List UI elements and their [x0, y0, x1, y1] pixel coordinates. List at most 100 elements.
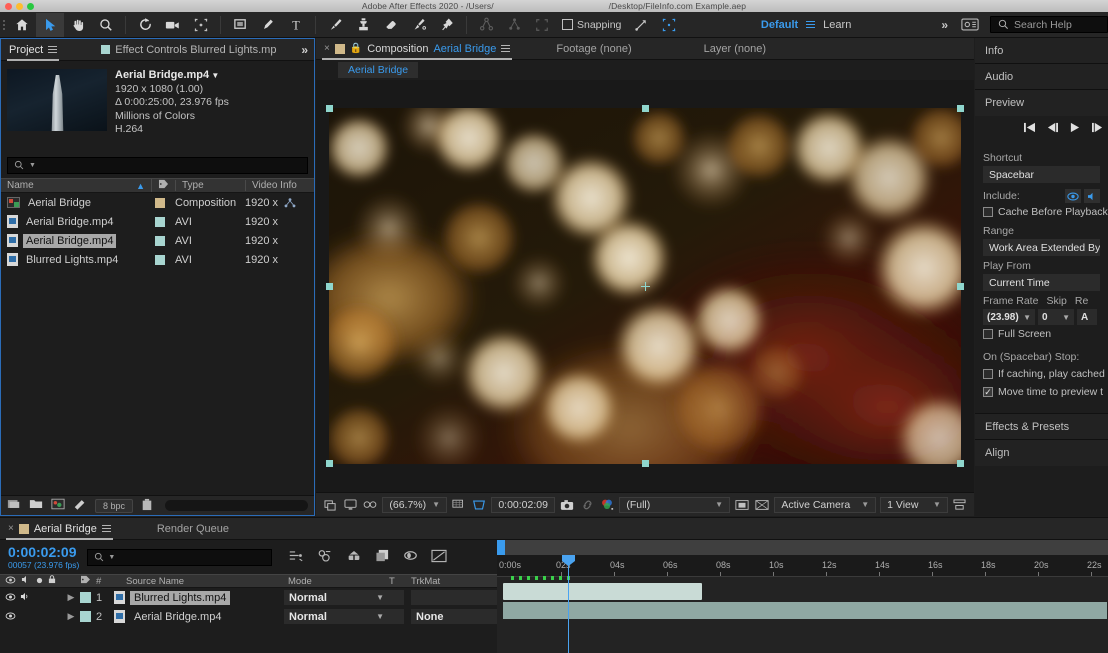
project-tabs-overflow-icon[interactable]: » — [301, 43, 314, 57]
layer-source-name-cell[interactable]: Aerial Bridge.mp4 — [114, 610, 284, 624]
layer-source-name-cell[interactable]: Blurred Lights.mp4 — [114, 591, 284, 605]
eraser-tool-icon[interactable] — [377, 13, 405, 37]
selection-handle-ml[interactable] — [326, 283, 333, 290]
rotation-tool-icon[interactable] — [131, 13, 159, 37]
resolution-select[interactable]: (Full)▼ — [619, 497, 730, 513]
snapshot-icon[interactable] — [559, 496, 575, 514]
selection-handle-bl[interactable] — [326, 460, 333, 467]
if-caching-row[interactable]: If caching, play cached — [983, 365, 1100, 383]
graph-editor-icon[interactable] — [431, 549, 447, 566]
column-type[interactable]: Type — [175, 180, 245, 191]
column-video-info[interactable]: Video Info — [245, 180, 314, 191]
tab-timeline-comp[interactable]: × Aerial Bridge — [0, 518, 119, 540]
camera-select[interactable]: Active Camera▼ — [774, 497, 876, 513]
tab-close-icon[interactable]: × — [8, 523, 14, 534]
tab-effect-controls[interactable]: Effect Controls Blurred Lights.mp — [93, 39, 284, 61]
panel-preview[interactable]: Preview — [975, 90, 1108, 116]
tab-footage[interactable]: Footage (none) — [548, 38, 639, 60]
project-row-swatch[interactable] — [151, 198, 175, 208]
tab-project[interactable]: Project — [1, 39, 65, 61]
transparency-grid-icon[interactable] — [734, 496, 750, 514]
layer-mode-select[interactable]: Normal▼ — [284, 609, 389, 624]
project-row-swatch[interactable] — [151, 255, 175, 265]
selection-handle-tr[interactable] — [957, 105, 964, 112]
region-of-interest-icon[interactable] — [528, 13, 556, 37]
channel-rgb-icon[interactable] — [599, 496, 615, 514]
hand-tool-icon[interactable] — [64, 13, 92, 37]
learn-tab[interactable]: Learn — [823, 19, 851, 31]
timeline-ruler[interactable]: 0:00s 02s 04s 06s 08s 10s 12s 14s 16s 18… — [497, 555, 1108, 577]
clone-stamp-tool-icon[interactable] — [349, 13, 377, 37]
snap-arrow-icon[interactable] — [627, 13, 655, 37]
hierarchy-icon[interactable] — [500, 13, 528, 37]
frame-blending-icon[interactable] — [375, 549, 390, 566]
include-audio-icon[interactable] — [1084, 189, 1100, 203]
project-panel-menu-icon[interactable] — [48, 46, 57, 53]
composition-viewer[interactable] — [316, 80, 974, 492]
workspace-menu-icon[interactable] — [806, 21, 815, 28]
cache-before-playback-checkbox[interactable] — [983, 207, 993, 217]
project-row-swatch[interactable] — [151, 217, 175, 227]
home-icon[interactable] — [8, 13, 36, 37]
composition-panel-menu-icon[interactable] — [501, 45, 510, 52]
layer-video-toggle-icon[interactable] — [5, 592, 16, 604]
column-name[interactable]: Name ▲ — [1, 180, 151, 191]
pen-tool-icon[interactable] — [254, 13, 282, 37]
layer-expand-icon[interactable]: ▶ — [62, 611, 80, 622]
project-row-name-cell[interactable]: Aerial Bridge.mp4 — [1, 215, 151, 229]
panel-effects-presets[interactable]: Effects & Presets — [975, 414, 1108, 440]
full-screen-checkbox[interactable] — [983, 329, 993, 339]
anchor-link-icon[interactable] — [472, 13, 500, 37]
layer-label-swatch[interactable] — [80, 611, 96, 622]
layer-mode-cell[interactable]: Normal▼ — [284, 590, 389, 605]
tab-render-queue[interactable]: Render Queue — [149, 518, 237, 540]
move-time-checkbox[interactable] — [983, 387, 993, 397]
text-tool-icon[interactable]: T — [282, 13, 310, 37]
zoom-tool-icon[interactable] — [92, 13, 120, 37]
layer-label-swatch[interactable] — [80, 592, 96, 603]
breadcrumb-item[interactable]: Aerial Bridge — [338, 62, 418, 78]
layer-bar-1[interactable] — [503, 583, 702, 600]
timeline-panel-menu-icon[interactable] — [102, 525, 111, 532]
project-search-input[interactable]: ▼ — [7, 157, 308, 174]
play-pause-icon[interactable] — [1069, 122, 1081, 136]
snapping-toggle[interactable]: Snapping — [556, 19, 627, 31]
monitor-icon[interactable] — [342, 496, 358, 514]
layer-preserve-transparency[interactable] — [389, 590, 411, 605]
selection-handle-tl[interactable] — [326, 105, 333, 112]
toolbar-grip[interactable] — [0, 12, 8, 38]
cache-before-playback-row[interactable]: Cache Before Playback — [983, 203, 1100, 221]
project-row-1[interactable]: Aerial Bridge.mp4 AVI 1920 x — [1, 212, 314, 231]
timeline-track-1[interactable] — [497, 582, 1108, 601]
shortcut-value[interactable]: Spacebar — [983, 166, 1100, 183]
project-row-name-cell[interactable]: Blurred Lights.mp4 — [1, 253, 151, 267]
snapping-checkbox[interactable] — [562, 19, 573, 30]
timeline-track-2[interactable] — [497, 601, 1108, 620]
playhead[interactable] — [568, 555, 569, 653]
always-preview-icon[interactable] — [322, 496, 338, 514]
project-settings-icon[interactable] — [73, 498, 87, 513]
project-footer-scrollbar[interactable] — [165, 500, 308, 511]
timeline-timecode[interactable]: 0:00:02:09 00057 (23.976 fps) — [8, 545, 79, 570]
workspace-label[interactable]: Default — [761, 19, 798, 31]
project-row-2[interactable]: Aerial Bridge.mp4 AVI 1920 x — [1, 231, 314, 250]
search-help-input[interactable]: Search Help — [990, 16, 1108, 33]
layer-expand-icon[interactable]: ▶ — [62, 592, 80, 603]
region-of-interest-toggle-icon[interactable] — [471, 496, 487, 514]
current-time-field[interactable]: 0:00:02:09 — [491, 497, 555, 513]
roto-brush-tool-icon[interactable] — [405, 13, 433, 37]
project-row-name-cell[interactable]: Aerial Bridge — [1, 196, 151, 210]
lock-icon[interactable]: 🔒 — [350, 43, 362, 54]
full-screen-row[interactable]: Full Screen — [983, 325, 1100, 343]
previous-frame-icon[interactable] — [1046, 122, 1059, 136]
project-row-3[interactable]: Blurred Lights.mp4 AVI 1920 x — [1, 250, 314, 269]
show-snapshot-icon[interactable] — [579, 496, 595, 514]
tab-composition[interactable]: × 🔒 Composition Aerial Bridge — [316, 38, 518, 60]
if-caching-checkbox[interactable] — [983, 369, 993, 379]
project-row-swatch[interactable] — [151, 236, 175, 246]
work-area-marker[interactable] — [497, 540, 504, 551]
layer-video-toggle-icon[interactable] — [5, 611, 16, 623]
draft-3d-icon[interactable] — [317, 549, 333, 566]
view-layout-select[interactable]: 1 View▼ — [880, 497, 948, 513]
include-video-icon[interactable] — [1065, 189, 1081, 203]
